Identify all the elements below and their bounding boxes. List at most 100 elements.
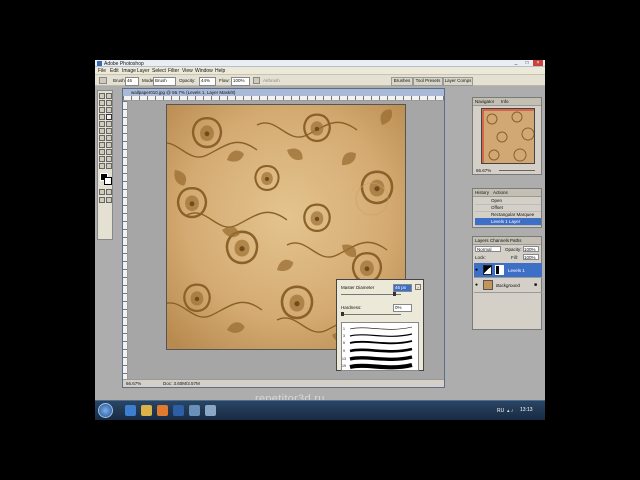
layer-row-levels[interactable]: ● Levels 1 bbox=[474, 263, 542, 278]
opacity-label: Opacity: bbox=[179, 78, 196, 83]
tab-channels[interactable]: Channels bbox=[490, 238, 509, 243]
tab-layers[interactable]: Layers bbox=[475, 238, 489, 243]
healing-tool-icon[interactable] bbox=[99, 114, 105, 120]
stamp-tool-icon[interactable] bbox=[99, 121, 105, 127]
dodge-tool-icon[interactable] bbox=[106, 135, 112, 141]
taskbar-app-icon[interactable] bbox=[189, 405, 200, 416]
taskbar-explorer-icon[interactable] bbox=[141, 405, 152, 416]
master-diameter-label: Master Diameter bbox=[341, 285, 375, 290]
history-item-levels[interactable]: Levels 1 Layer bbox=[475, 218, 541, 226]
type-tool-icon[interactable] bbox=[106, 142, 112, 148]
language-indicator[interactable]: RU bbox=[497, 408, 504, 414]
tab-actions[interactable]: Actions bbox=[493, 190, 508, 195]
tab-history[interactable]: History bbox=[475, 190, 489, 195]
taskbar-app-icon-2[interactable] bbox=[205, 405, 216, 416]
marquee-tool-icon[interactable] bbox=[106, 93, 112, 99]
hardness-slider-thumb[interactable] bbox=[341, 312, 344, 316]
layer-mask-thumbnail[interactable] bbox=[495, 265, 504, 275]
master-diameter-field[interactable]: 46 px bbox=[393, 284, 412, 292]
tray-icons[interactable]: ▴ ♪ bbox=[507, 408, 513, 414]
layer-opacity-field[interactable]: 100% bbox=[523, 246, 539, 252]
tab-navigator[interactable]: Navigator bbox=[475, 99, 494, 104]
taskbar-media-icon[interactable] bbox=[157, 405, 168, 416]
menu-layer[interactable]: Layer bbox=[137, 68, 150, 74]
fullscreen-mode-icon[interactable] bbox=[106, 197, 112, 203]
start-button[interactable] bbox=[98, 403, 113, 418]
menu-image[interactable]: Image bbox=[122, 68, 136, 74]
tab-tool-presets[interactable]: Tool Presets bbox=[413, 77, 443, 86]
mode-select[interactable]: Brush bbox=[153, 77, 176, 86]
master-diameter-slider[interactable] bbox=[341, 294, 401, 295]
standard-mode-icon[interactable] bbox=[106, 189, 112, 195]
brush-stroke-previews bbox=[349, 326, 413, 370]
airbrush-label: Airbrush bbox=[263, 78, 280, 83]
document-title: wallpaper010.jpg @ 66.7% (Levels 1, Laye… bbox=[131, 90, 236, 95]
brush-preset-list[interactable]: 1 3 5 9 13 19 bbox=[341, 322, 419, 371]
brush-picker-popup: Master Diameter 46 px › Hardness: 0% 1 3 bbox=[336, 279, 424, 371]
brush-size-picker[interactable]: 46 bbox=[125, 77, 139, 86]
close-button[interactable]: × bbox=[533, 60, 543, 66]
magic-wand-icon[interactable] bbox=[106, 100, 112, 106]
hardness-slider[interactable] bbox=[341, 314, 401, 315]
slice-tool-icon[interactable] bbox=[106, 107, 112, 113]
hardness-label: Hardness: bbox=[341, 305, 362, 310]
menu-window[interactable]: Window bbox=[195, 68, 213, 74]
screen-mode-icon[interactable] bbox=[99, 197, 105, 203]
zoom-tool-icon[interactable] bbox=[106, 163, 112, 169]
blur-tool-icon[interactable] bbox=[99, 135, 105, 141]
eyedropper-tool-icon[interactable] bbox=[106, 156, 112, 162]
blend-mode-select[interactable]: Normal bbox=[475, 246, 501, 252]
tab-paths[interactable]: Paths bbox=[510, 238, 522, 243]
menu-help[interactable]: Help bbox=[215, 68, 225, 74]
clock[interactable]: 13:13 bbox=[520, 407, 533, 413]
shape-tool-icon[interactable] bbox=[106, 149, 112, 155]
minimize-button[interactable]: _ bbox=[511, 60, 521, 66]
flow-field[interactable]: 100% bbox=[231, 77, 250, 86]
tab-layer-comps[interactable]: Layer Comps bbox=[443, 77, 473, 86]
taskbar-ie-icon[interactable] bbox=[125, 405, 136, 416]
menu-edit[interactable]: Edit bbox=[110, 68, 119, 74]
gradient-tool-icon[interactable] bbox=[106, 128, 112, 134]
eye-icon[interactable]: ● bbox=[475, 282, 478, 288]
opacity-field[interactable]: 44% bbox=[199, 77, 216, 86]
menu-view[interactable]: View bbox=[182, 68, 193, 74]
pen-tool-icon[interactable] bbox=[99, 149, 105, 155]
move-tool-icon[interactable] bbox=[99, 93, 105, 99]
document-titlebar: wallpaper010.jpg @ 66.7% (Levels 1, Laye… bbox=[123, 89, 444, 96]
brush-tool-icon[interactable] bbox=[99, 77, 107, 84]
layer-name-background: Background bbox=[496, 283, 521, 288]
lasso-tool-icon[interactable] bbox=[99, 100, 105, 106]
tab-info[interactable]: Info bbox=[501, 99, 509, 104]
menu-file[interactable]: File bbox=[98, 68, 106, 74]
fill-field[interactable]: 100% bbox=[523, 254, 539, 260]
adjustment-layer-icon bbox=[483, 265, 492, 275]
popup-menu-arrow-icon[interactable]: › bbox=[415, 284, 421, 290]
notes-tool-icon[interactable] bbox=[99, 156, 105, 162]
airbrush-icon[interactable] bbox=[253, 77, 260, 84]
zoom-readout[interactable]: 66.67% bbox=[126, 381, 141, 386]
crop-tool-icon[interactable] bbox=[99, 107, 105, 113]
eye-icon[interactable]: ● bbox=[475, 267, 478, 273]
menu-filter[interactable]: Filter bbox=[168, 68, 179, 74]
path-select-icon[interactable] bbox=[99, 142, 105, 148]
layers-panel: Layers Channels Paths Normal Opacity: 10… bbox=[472, 236, 542, 330]
brush-tool-active-icon[interactable] bbox=[106, 114, 112, 120]
layer-row-background[interactable]: ● Background ■ bbox=[474, 278, 542, 293]
master-diameter-slider-thumb[interactable] bbox=[393, 292, 396, 296]
menu-select[interactable]: Select bbox=[152, 68, 166, 74]
tab-brushes[interactable]: Brushes bbox=[391, 77, 413, 86]
background-color-swatch[interactable] bbox=[104, 177, 112, 185]
taskbar-photoshop-icon[interactable] bbox=[173, 405, 184, 416]
navigator-thumbnail[interactable] bbox=[481, 108, 535, 164]
hardness-field[interactable]: 0% bbox=[393, 304, 412, 312]
history-item-label: Open bbox=[491, 198, 503, 203]
navigator-zoom[interactable]: 66.67% bbox=[476, 168, 491, 173]
eraser-tool-icon[interactable] bbox=[99, 128, 105, 134]
navigator-zoom-slider[interactable] bbox=[499, 170, 535, 171]
history-item-label: Offset bbox=[491, 205, 503, 210]
options-bar: Brush: 46 Mode: Brush Opacity: 44% Flow:… bbox=[95, 75, 545, 86]
history-brush-icon[interactable] bbox=[106, 121, 112, 127]
hand-tool-icon[interactable] bbox=[99, 163, 105, 169]
quick-mask-icon[interactable] bbox=[99, 189, 105, 195]
maximize-button[interactable]: □ bbox=[522, 60, 532, 66]
